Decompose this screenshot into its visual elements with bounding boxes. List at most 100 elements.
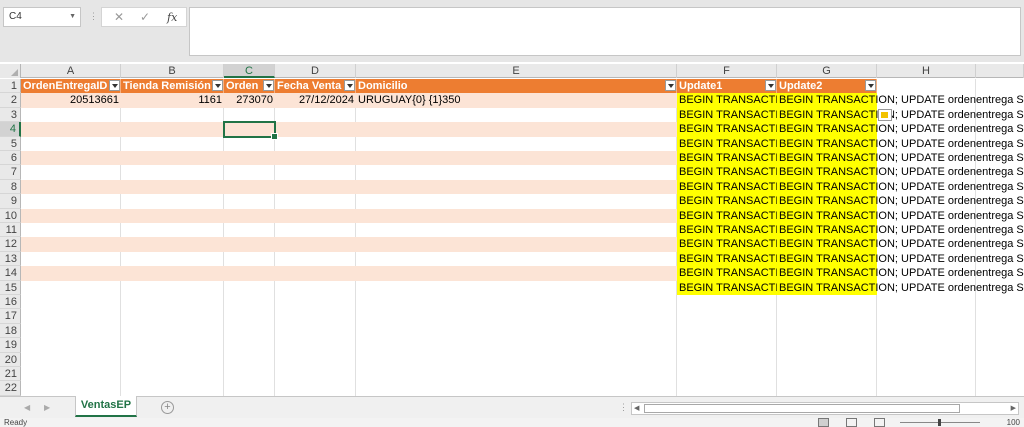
row-header-1[interactable]: 1	[0, 79, 21, 94]
zoom-slider-knob[interactable]	[938, 419, 941, 426]
spreadsheet-grid[interactable]: ABCDEFGH 1 OrdenEntregaID Tienda Remisión O…	[0, 64, 1024, 396]
column-header-e[interactable]: E	[356, 64, 677, 78]
cell-b2[interactable]: 1161	[121, 93, 224, 107]
cell-update1[interactable]: BEGIN TRANSACTION	[677, 251, 777, 267]
cell-update2[interactable]: BEGIN TRANSACTION; UPDATE ordenentrega S…	[777, 194, 1024, 209]
table-row[interactable]: BEGIN TRANSACTION	[21, 136, 877, 151]
table-header-cell[interactable]: Update2	[777, 79, 877, 94]
table-row[interactable]: BEGIN TRANSACTION	[21, 266, 877, 281]
filter-dropdown-icon[interactable]	[665, 80, 676, 91]
row-header-20[interactable]: 20	[0, 352, 21, 367]
table-row[interactable]: BEGIN TRANSACTION	[21, 151, 877, 166]
row-header-4[interactable]: 4	[0, 122, 21, 137]
cell-update2[interactable]: BEGIN TRANSACTION; UPDATE ordenentrega S…	[777, 107, 1024, 123]
cell-update2[interactable]: BEGIN TRANSACTION; UPDATE ordenentrega S…	[777, 223, 1024, 238]
cell-update1[interactable]: BEGIN TRANSACTION	[677, 93, 777, 108]
paste-options-icon[interactable]	[878, 108, 892, 121]
cell-update2[interactable]: BEGIN TRANSACTION; UPDATE ordenentrega S…	[777, 179, 1024, 195]
cell-update2[interactable]: BEGIN TRANSACTION; UPDATE ordenentrega S…	[777, 208, 1024, 223]
splitter-icon[interactable]: ⋮	[619, 402, 628, 413]
check-icon[interactable]: ✓	[140, 10, 150, 24]
cancel-icon[interactable]: ✕	[114, 10, 124, 24]
row-header-13[interactable]: 13	[0, 251, 21, 267]
row-header-14[interactable]: 14	[0, 266, 21, 281]
cell-update1[interactable]: BEGIN TRANSACTION	[677, 237, 777, 252]
cell-e2[interactable]: URUGUAY{0} {1}350	[356, 93, 677, 107]
cell-update2[interactable]: BEGIN TRANSACTION; UPDATE ordenentrega S…	[777, 122, 1024, 137]
table-row[interactable]: BEGIN TRANSACTION	[21, 165, 877, 180]
row-header-15[interactable]: 15	[0, 280, 21, 295]
scrollbar-thumb[interactable]	[644, 404, 960, 413]
cell-update1[interactable]: BEGIN TRANSACTION	[677, 208, 777, 223]
filter-dropdown-icon[interactable]	[212, 80, 223, 91]
cell-update2[interactable]: BEGIN TRANSACTION; UPDATE ordenentrega S…	[777, 266, 1024, 281]
cell-update1[interactable]: BEGIN TRANSACTION	[677, 107, 777, 123]
table-header-cell[interactable]: Tienda Remisión	[121, 79, 224, 94]
table-row[interactable]: BEGIN TRANSACTION	[21, 251, 877, 267]
row-header-16[interactable]: 16	[0, 295, 21, 310]
column-header-h[interactable]: H	[877, 64, 976, 78]
scroll-right-arrow-icon[interactable]: ▶	[1011, 404, 1016, 412]
row-header-19[interactable]: 19	[0, 338, 21, 353]
table-row[interactable]: 20513661 1161 273070 27/12/2024 URUGUAY{0} {…	[21, 93, 877, 108]
cell-update1[interactable]: BEGIN TRANSACTION	[677, 151, 777, 166]
row-header-21[interactable]: 21	[0, 367, 21, 382]
row-header-11[interactable]: 11	[0, 223, 21, 238]
scroll-left-icon[interactable]: ◀	[24, 403, 30, 412]
table-row[interactable]: BEGIN TRANSACTION	[21, 194, 877, 209]
horizontal-scrollbar[interactable]: ◀ ▶	[631, 402, 1019, 415]
filter-dropdown-icon[interactable]	[109, 80, 120, 91]
table-row[interactable]: BEGIN TRANSACTION	[21, 223, 877, 238]
row-header-9[interactable]: 9	[0, 194, 21, 209]
row-header-2[interactable]: 2	[0, 93, 21, 108]
column-header-b[interactable]: B	[121, 64, 224, 78]
cell-update1[interactable]: BEGIN TRANSACTION	[677, 165, 777, 180]
add-sheet-icon[interactable]: +	[161, 401, 174, 414]
row-header-22[interactable]: 22	[0, 381, 21, 396]
sheet-tab-ventasep[interactable]: VentasEP	[75, 396, 137, 417]
table-header-cell[interactable]: Update1	[677, 79, 777, 94]
row-header-7[interactable]: 7	[0, 165, 21, 180]
cell-update2[interactable]: BEGIN TRANSACTION; UPDATE ordenentrega S…	[777, 151, 1024, 166]
column-header-a[interactable]: A	[21, 64, 121, 78]
cell-a2[interactable]: 20513661	[21, 93, 121, 107]
cell-update2[interactable]: BEGIN TRANSACTION; UPDATE ordenentrega S…	[777, 280, 1024, 295]
cell-update2[interactable]: BEGIN TRANSACTION; UPDATE ordenentrega S…	[777, 237, 1024, 252]
name-box[interactable]: C4 ▼	[3, 7, 81, 27]
cell-update1[interactable]: BEGIN TRANSACTION	[677, 122, 777, 137]
cell-update1[interactable]: BEGIN TRANSACTION	[677, 194, 777, 209]
filter-dropdown-icon[interactable]	[263, 80, 274, 91]
selected-cell-c4[interactable]	[223, 121, 278, 141]
row-header-6[interactable]: 6	[0, 151, 21, 166]
cell-update1[interactable]: BEGIN TRANSACTION	[677, 223, 777, 238]
row-header-8[interactable]: 8	[0, 179, 21, 195]
table-row[interactable]: BEGIN TRANSACTION	[21, 122, 877, 137]
scroll-left-arrow-icon[interactable]: ◀	[634, 404, 639, 412]
table-header-cell[interactable]: Domicilio	[356, 79, 677, 94]
page-layout-view-icon[interactable]	[846, 418, 857, 427]
row-header-17[interactable]: 17	[0, 309, 21, 324]
column-header-d[interactable]: D	[275, 64, 356, 78]
page-break-view-icon[interactable]	[874, 418, 885, 427]
table-row[interactable]: BEGIN TRANSACTION	[21, 208, 877, 223]
column-header-next[interactable]	[976, 64, 1024, 78]
cell-update1[interactable]: BEGIN TRANSACTION	[677, 266, 777, 281]
column-header-f[interactable]: F	[677, 64, 777, 78]
table-row[interactable]: BEGIN TRANSACTION	[21, 107, 877, 123]
scroll-right-icon[interactable]: ▶	[44, 403, 50, 412]
filter-dropdown-icon[interactable]	[865, 80, 876, 91]
column-header-g[interactable]: G	[777, 64, 877, 78]
column-header-c[interactable]: C	[224, 64, 275, 78]
cell-update2[interactable]: BEGIN TRANSACTION; UPDATE ordenentrega S…	[777, 93, 1024, 108]
row-header-18[interactable]: 18	[0, 323, 21, 339]
cell-update2[interactable]: BEGIN TRANSACTION; UPDATE ordenentrega S…	[777, 251, 1024, 267]
cell-update1[interactable]: BEGIN TRANSACTION	[677, 179, 777, 195]
normal-view-icon[interactable]	[818, 418, 829, 427]
cell-update2[interactable]: BEGIN TRANSACTION; UPDATE ordenentrega S…	[777, 136, 1024, 151]
table-row[interactable]: BEGIN TRANSACTION	[21, 179, 877, 195]
cell-update2[interactable]: BEGIN TRANSACTION; UPDATE ordenentrega S…	[777, 165, 1024, 180]
cell-c2[interactable]: 273070	[224, 93, 275, 107]
filter-dropdown-icon[interactable]	[344, 80, 355, 91]
formula-input[interactable]	[189, 7, 1021, 56]
table-row[interactable]: BEGIN TRANSACTION	[21, 280, 877, 295]
